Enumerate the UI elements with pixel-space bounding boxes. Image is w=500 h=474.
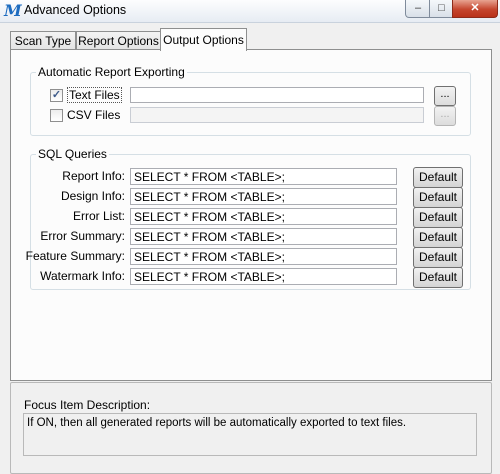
sql-default-button[interactable]: Default [413, 187, 463, 208]
title-bar[interactable]: M Advanced Options – □ ✕ [0, 0, 500, 23]
sql-default-button[interactable]: Default [413, 247, 463, 268]
sql-default-button[interactable]: Default [413, 207, 463, 228]
tab-report-options[interactable]: Report Options [76, 31, 161, 50]
focus-description-title: Focus Item Description: [24, 398, 151, 412]
sql-query-input[interactable]: SELECT * FROM <TABLE>; [130, 208, 397, 225]
maximize-button[interactable]: □ [429, 0, 454, 18]
sql-row-label: Design Info: [60, 189, 125, 203]
sql-query-input[interactable]: SELECT * FROM <TABLE>; [130, 228, 397, 245]
focus-description-text: If ON, then all generated reports will b… [23, 413, 477, 456]
sql-query-input[interactable]: SELECT * FROM <TABLE>; [130, 248, 397, 265]
sql-row-label: Error List: [72, 209, 125, 223]
minimize-button[interactable]: – [405, 0, 431, 18]
sql-row-label: Watermark Info: [40, 269, 125, 283]
export-group [30, 72, 471, 136]
csv-files-path-input[interactable] [130, 107, 424, 123]
text-files-label[interactable]: Text Files [67, 87, 122, 103]
close-button[interactable]: ✕ [452, 0, 498, 18]
window-title: Advanced Options [24, 3, 127, 17]
text-files-label-text: Text Files [67, 87, 122, 103]
sql-default-button[interactable]: Default [413, 167, 463, 188]
sql-group-title: SQL Queries [36, 147, 109, 161]
sql-default-button[interactable]: Default [413, 227, 463, 248]
text-files-checkbox[interactable]: ✓ [50, 89, 63, 102]
sql-row-label: Feature Summary: [25, 249, 125, 263]
text-files-path-input[interactable] [130, 87, 424, 103]
sql-query-input[interactable]: SELECT * FROM <TABLE>; [130, 168, 397, 185]
export-group-title: Automatic Report Exporting [36, 65, 187, 79]
sql-default-button[interactable]: Default [413, 267, 463, 288]
sql-row-label: Error Summary: [40, 229, 125, 243]
csv-files-checkbox[interactable] [50, 109, 63, 122]
tab-output-options[interactable]: Output Options [160, 28, 247, 51]
sql-query-input[interactable]: SELECT * FROM <TABLE>; [130, 188, 397, 205]
check-icon: ✓ [51, 89, 62, 101]
tab-scan-type[interactable]: Scan Type [10, 31, 76, 50]
sql-row-label: Report Info: [62, 169, 125, 183]
app-logo-icon: M [4, 1, 22, 20]
sql-query-input[interactable]: SELECT * FROM <TABLE>; [130, 268, 397, 285]
csv-files-label[interactable]: CSV Files [67, 108, 120, 122]
csv-files-browse-button[interactable]: ... [434, 106, 456, 126]
text-files-browse-button[interactable]: ... [434, 86, 456, 106]
